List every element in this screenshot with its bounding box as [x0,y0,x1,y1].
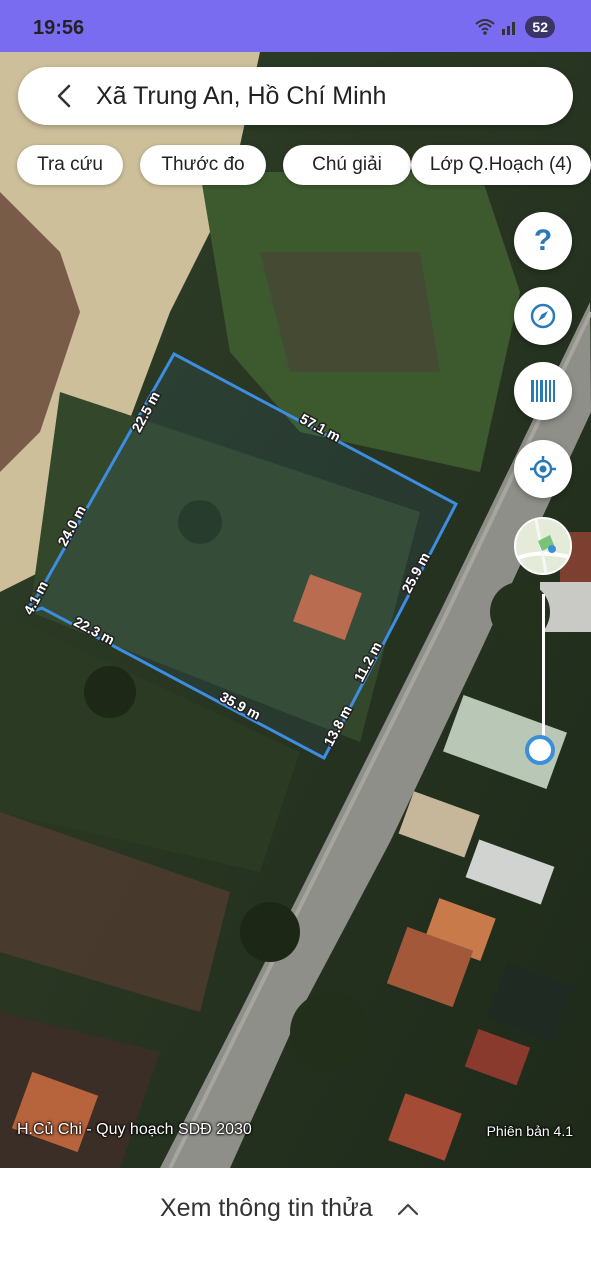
barcode-icon [531,380,555,402]
layer-name-label: H.Củ Chi - Quy hoạch SDĐ 2030 [17,1121,252,1138]
my-location-button[interactable] [514,440,572,498]
back-arrow-icon[interactable] [52,83,78,109]
satellite-map[interactable]: 22.5 m 57.1 m 24.0 m 25.9 m 4.1 m 22.3 m… [0,52,591,1168]
chip-tra-cuu[interactable]: Tra cứu [17,145,123,185]
chip-chu-giai[interactable]: Chú giải [283,145,411,185]
bottom-sheet[interactable]: Xem thông tin thửa [0,1168,591,1280]
battery-badge: 52 [525,16,555,38]
chip-lop-quy-hoach[interactable]: Lớp Q.Hoạch (4) [411,145,591,185]
barcode-button[interactable] [514,362,572,420]
status-bar: 19:56 52 [0,0,591,52]
view-parcel-info-label[interactable]: Xem thông tin thửa [160,1194,373,1223]
question-icon: ? [533,224,553,257]
signal-icon [502,22,516,35]
compass-icon [530,303,556,329]
opacity-slider-track[interactable] [542,594,545,754]
opacity-slider-thumb[interactable] [525,735,555,765]
map-thumbnail-icon [516,519,570,573]
status-icons: 52 [475,16,555,38]
location-title: Xã Trung An, Hồ Chí Minh [96,81,387,110]
compass-button[interactable] [514,287,572,345]
chevron-up-icon[interactable] [396,1198,420,1222]
wifi-icon [475,19,496,35]
layer-switcher-map-icon[interactable] [514,517,572,575]
clock: 19:56 [33,17,85,39]
chip-thuoc-do[interactable]: Thước đo [140,145,266,185]
help-button[interactable]: ? [514,212,572,270]
version-label: Phiên bản 4.1 [486,1123,573,1139]
crosshair-icon [530,456,556,482]
parcel-overlay: 22.5 m 57.1 m 24.0 m 25.9 m 4.1 m 22.3 m… [19,351,459,761]
search-bar[interactable]: Xã Trung An, Hồ Chí Minh [18,67,573,125]
